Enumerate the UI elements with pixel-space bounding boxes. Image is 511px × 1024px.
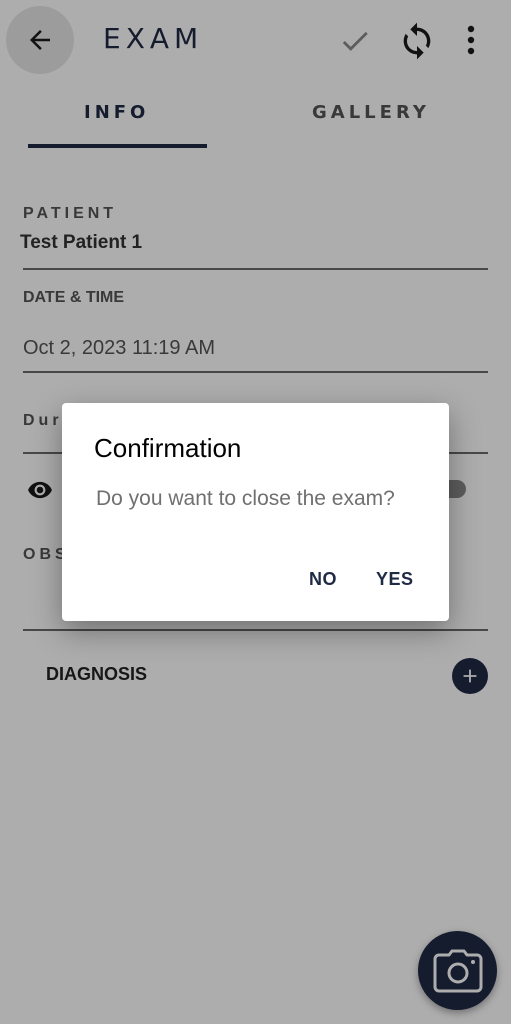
no-button[interactable]: NO xyxy=(309,569,337,590)
yes-button[interactable]: YES xyxy=(376,569,414,590)
dialog-message: Do you want to close the exam? xyxy=(96,487,395,510)
confirmation-dialog: Confirmation Do you want to close the ex… xyxy=(62,403,449,621)
dialog-title: Confirmation xyxy=(94,433,242,463)
